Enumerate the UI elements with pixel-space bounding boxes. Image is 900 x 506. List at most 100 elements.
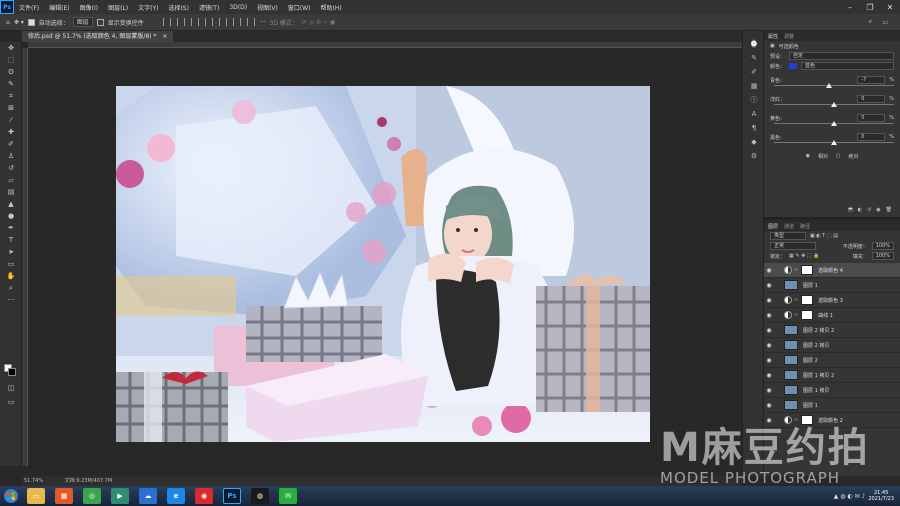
layer-filter-dropdown[interactable]: 类型 bbox=[770, 232, 806, 240]
visibility-eye-icon[interactable]: ◉ bbox=[764, 327, 774, 334]
visibility-eye-icon[interactable]: ◉ bbox=[764, 357, 774, 364]
rectangle-icon[interactable]: ▭ bbox=[0, 258, 22, 270]
clone-stamp-icon[interactable]: ♙ bbox=[0, 150, 22, 162]
search-icon[interactable]: ⌕ bbox=[869, 18, 872, 26]
layer-mask-thumbnail[interactable] bbox=[801, 265, 814, 275]
layer-thumbnail[interactable] bbox=[784, 370, 798, 380]
3d-icon[interactable]: ⚙ bbox=[743, 149, 765, 163]
show-transform-checkbox[interactable] bbox=[96, 18, 104, 26]
absolute-radio[interactable]: ○ bbox=[836, 153, 840, 159]
layer-thumbnail[interactable] bbox=[784, 355, 798, 365]
quick-select-icon[interactable]: ✎ bbox=[0, 78, 22, 90]
layer-row[interactable]: ◉ 图层 2 bbox=[764, 353, 900, 368]
visibility-icon[interactable]: ◉ bbox=[876, 207, 880, 213]
menu-help[interactable]: 帮助(H) bbox=[316, 3, 347, 12]
align-right-icon[interactable] bbox=[232, 18, 241, 26]
fill-input[interactable]: 100% bbox=[871, 252, 894, 260]
document-size[interactable]: 文档:9.23M/407.7M bbox=[65, 478, 112, 484]
menu-view[interactable]: 视图(V) bbox=[252, 3, 283, 12]
home-icon[interactable]: ⌂ bbox=[6, 19, 10, 26]
cloud-app-icon[interactable]: ☁ bbox=[139, 488, 157, 504]
trash-icon[interactable]: 🗑 bbox=[886, 207, 892, 213]
green-app-icon[interactable]: ◎ bbox=[83, 488, 101, 504]
healing-brush-icon[interactable]: ✚ bbox=[0, 126, 22, 138]
layer-row[interactable]: ◉ 图层 1 拷贝 2 bbox=[764, 368, 900, 383]
link-icon[interactable]: ∞ bbox=[794, 297, 798, 303]
move-tool-icon[interactable]: ✥ ▾ bbox=[14, 19, 24, 26]
yellow-slider[interactable] bbox=[774, 121, 894, 126]
black-slider[interactable] bbox=[774, 140, 894, 145]
menu-window[interactable]: 窗口(W) bbox=[283, 3, 316, 12]
menu-image[interactable]: 图像(I) bbox=[75, 3, 103, 12]
document-photo[interactable] bbox=[116, 86, 650, 442]
3d-orbit-icon[interactable]: ⟳ ◎ ✣ ✧ ▣ bbox=[302, 19, 336, 26]
menu-layer[interactable]: 图层(L) bbox=[103, 3, 133, 12]
layer-row[interactable]: ◉ ∞ 选取颜色 3 bbox=[764, 293, 900, 308]
layer-row[interactable]: ◉ 图层 2 拷贝 2 bbox=[764, 323, 900, 338]
internet-explorer-icon[interactable]: e bbox=[167, 488, 185, 504]
link-icon[interactable]: ∞ bbox=[794, 267, 798, 273]
background-color-swatch[interactable] bbox=[8, 368, 16, 376]
clip-icon[interactable]: ⬒ bbox=[848, 207, 853, 213]
layer-row[interactable]: ◉ 图层 1 bbox=[764, 278, 900, 293]
tab-properties[interactable]: 属性 bbox=[768, 33, 778, 40]
brush-icon[interactable]: ✐ bbox=[0, 138, 22, 150]
layer-row[interactable]: ◉ ∞ 曲线 1 bbox=[764, 308, 900, 323]
type-icon[interactable]: T bbox=[0, 234, 22, 246]
visibility-eye-icon[interactable]: ◉ bbox=[764, 297, 774, 304]
media-library-icon[interactable]: ▦ bbox=[55, 488, 73, 504]
media-player-icon[interactable]: ▶ bbox=[111, 488, 129, 504]
zoom-icon[interactable]: ⌕ bbox=[0, 282, 22, 294]
layer-thumbnail[interactable] bbox=[784, 340, 798, 350]
filter-icons[interactable]: ▣ ◐ T ⬚ ▤ bbox=[810, 233, 838, 239]
auto-select-checkbox[interactable] bbox=[27, 18, 35, 26]
layer-mask-thumbnail[interactable] bbox=[801, 310, 814, 320]
layer-thumbnail[interactable] bbox=[784, 325, 798, 335]
visibility-eye-icon[interactable]: ◉ bbox=[764, 372, 774, 379]
menu-filter[interactable]: 滤镜(T) bbox=[194, 3, 224, 12]
layer-thumbnail[interactable] bbox=[784, 385, 798, 395]
layer-row[interactable]: ◉ 图层 1 bbox=[764, 398, 900, 413]
menu-edit[interactable]: 编辑(E) bbox=[44, 3, 74, 12]
minimize-icon[interactable]: – bbox=[840, 0, 860, 14]
shapes-icon[interactable]: ◆ bbox=[743, 135, 765, 149]
info-icon[interactable]: ⓘ bbox=[743, 93, 765, 107]
history-brush-icon[interactable]: ↺ bbox=[0, 162, 22, 174]
relative-radio[interactable]: ◉ bbox=[806, 153, 810, 159]
menu-3d[interactable]: 3D(D) bbox=[224, 4, 252, 11]
hand-icon[interactable]: ✋ bbox=[0, 270, 22, 282]
menu-select[interactable]: 选择(S) bbox=[163, 3, 194, 12]
black-value-input[interactable]: 0 bbox=[857, 133, 886, 141]
tab-paths[interactable]: 路径 bbox=[800, 223, 810, 230]
visibility-eye-icon[interactable]: ◉ bbox=[764, 387, 774, 394]
tray-icons[interactable]: ▲ ◍ ◐ ✉ ♪ bbox=[834, 493, 866, 500]
visibility-eye-icon[interactable]: ◉ bbox=[764, 312, 774, 319]
lock-icons[interactable]: ▦ ✎ ✥ ⬚ 🔒 bbox=[789, 253, 819, 259]
magenta-slider[interactable] bbox=[774, 102, 894, 107]
colors-dropdown[interactable]: 蓝色 bbox=[801, 62, 894, 70]
eyedropper-icon[interactable]: ⁄ bbox=[0, 114, 22, 126]
visibility-eye-icon[interactable]: ◉ bbox=[764, 402, 774, 409]
layer-thumbnail[interactable] bbox=[784, 280, 798, 290]
move-icon[interactable]: ✥ bbox=[0, 42, 22, 54]
link-icon[interactable]: ∞ bbox=[794, 312, 798, 318]
align-left-icon[interactable] bbox=[204, 18, 213, 26]
frame-icon[interactable]: ⊠ bbox=[0, 102, 22, 114]
photoshop-taskbar-icon[interactable]: Ps bbox=[223, 488, 241, 504]
swatches-icon[interactable]: ▦ bbox=[743, 79, 765, 93]
adjust-panel-icon[interactable]: ✎ bbox=[743, 51, 765, 65]
quick-mask-icon[interactable]: ◫ bbox=[0, 382, 22, 394]
auto-select-dropdown[interactable]: 图层 bbox=[72, 17, 93, 27]
cinema4d-icon[interactable]: ◍ bbox=[251, 488, 269, 504]
cyan-value-input[interactable]: -7 bbox=[857, 76, 886, 84]
history-icon[interactable]: ⌚ bbox=[743, 37, 765, 51]
crop-icon[interactable]: ⌗ bbox=[0, 90, 22, 102]
lasso-icon[interactable]: ʘ bbox=[0, 66, 22, 78]
reset-icon[interactable]: ↺ bbox=[867, 207, 871, 213]
visibility-eye-icon[interactable]: ◉ bbox=[764, 282, 774, 289]
close-tab-icon[interactable]: × bbox=[162, 33, 167, 40]
brush-settings-icon[interactable]: ✐ bbox=[743, 65, 765, 79]
black-slider-knob[interactable] bbox=[831, 140, 837, 145]
cyan-slider-knob[interactable] bbox=[826, 83, 833, 88]
layer-row[interactable]: ◉ 图层 1 拷贝 bbox=[764, 383, 900, 398]
